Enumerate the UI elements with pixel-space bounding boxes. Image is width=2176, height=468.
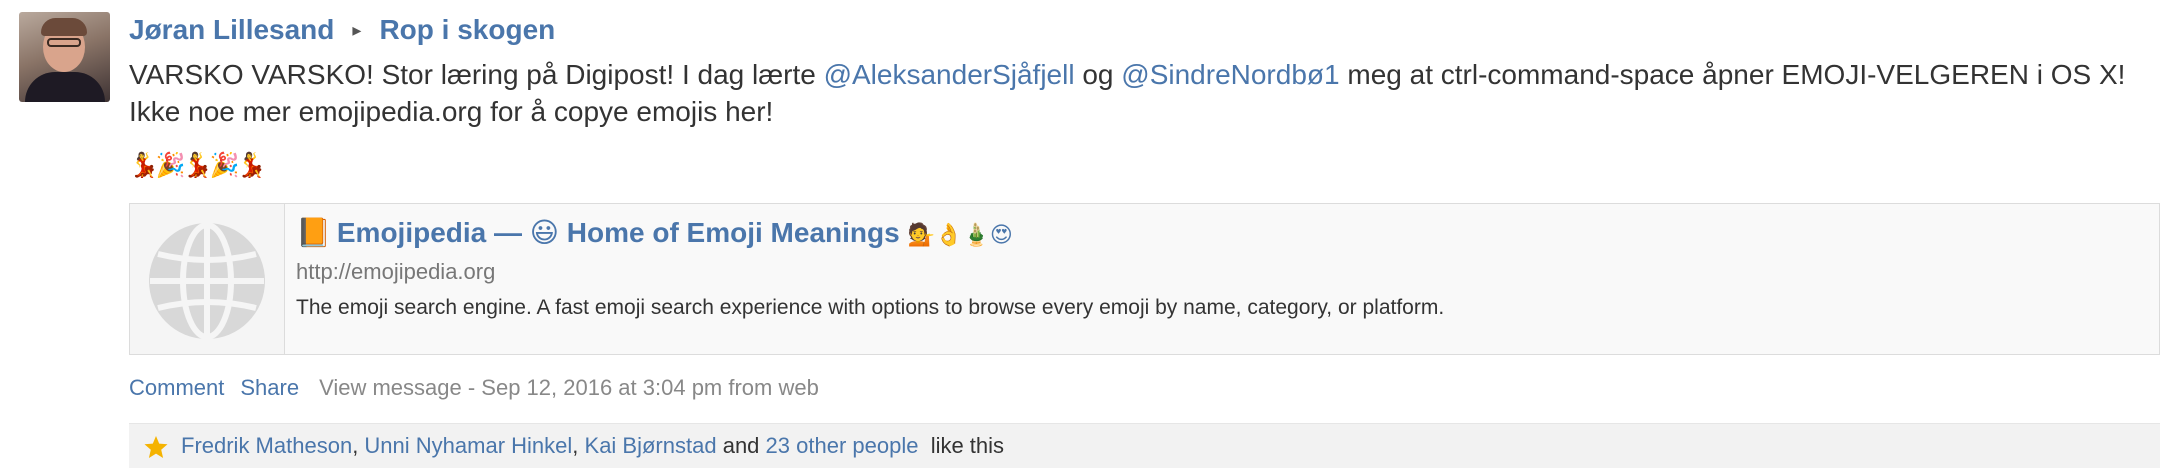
avatar-shirt [25, 72, 105, 102]
author-avatar[interactable] [19, 12, 110, 102]
triangle-right-icon: ▸ [352, 19, 362, 40]
message-text-2: og [1074, 59, 1122, 90]
link-preview-url: http://emojipedia.org [296, 259, 496, 284]
message-body: VARSKO VARSKO! Stor læring på Digipost! … [129, 56, 2159, 130]
liker-link-2[interactable]: Unni Nyhamar Hinkel [364, 433, 572, 458]
emoji-line: 💃🎉💃🎉💃 [129, 152, 266, 179]
likes-suffix: like this [930, 433, 1005, 458]
link-preview-title[interactable]: 📙 Emojipedia — 😃 Home of Emoji Meanings 💁👌… [296, 213, 1013, 255]
mention-link-aleksander[interactable]: @AleksanderSjåfjell [824, 59, 1075, 90]
likes-and: and [722, 433, 760, 458]
post-header: Jøran Lillesand ▸ Rop i skogen [129, 10, 555, 50]
link-preview-card[interactable]: 📙 Emojipedia — 😃 Home of Emoji Meanings 💁👌… [129, 203, 2160, 355]
group-name-link[interactable]: Rop i skogen [379, 14, 555, 46]
other-likers-link[interactable]: 23 other people [766, 433, 919, 458]
mention-link-sindre[interactable]: @SindreNordbø1 [1121, 59, 1339, 90]
author-name-link[interactable]: Jøran Lillesand [129, 14, 334, 46]
link-preview-description: The emoji search engine. A fast emoji se… [296, 296, 1445, 319]
comment-button[interactable]: Comment [129, 375, 224, 400]
message-text-1: VARSKO VARSKO! Stor læring på Digipost! … [129, 59, 824, 90]
liker-link-3[interactable]: Kai Bjørnstad [585, 433, 717, 458]
post-actions: Comment Share View message - Sep 12, 2016 … [129, 373, 819, 403]
view-message-link[interactable]: View message [319, 375, 462, 400]
link-preview-thumbnail[interactable] [130, 204, 285, 354]
share-button[interactable]: Share [240, 375, 299, 400]
book-icon: 📙 [296, 217, 331, 248]
avatar-glasses [47, 38, 81, 47]
likes-bar: Fredrik Matheson, Unni Nyhamar Hinkel, K… [129, 423, 2160, 468]
likes-text: Fredrik Matheson, Unni Nyhamar Hinkel, K… [181, 433, 1005, 458]
globe-icon [149, 222, 265, 340]
post-timestamp: - Sep 12, 2016 at 3:04 pm from web [461, 375, 819, 400]
liker-link-1[interactable]: Fredrik Matheson [181, 433, 352, 458]
avatar-hair [41, 18, 87, 36]
star-icon [144, 436, 168, 458]
link-preview-title-emojis: 💁👌🎍😍 [907, 222, 1013, 247]
link-preview-title-text[interactable]: Emojipedia — 😃 Home of Emoji Meanings [337, 217, 900, 248]
